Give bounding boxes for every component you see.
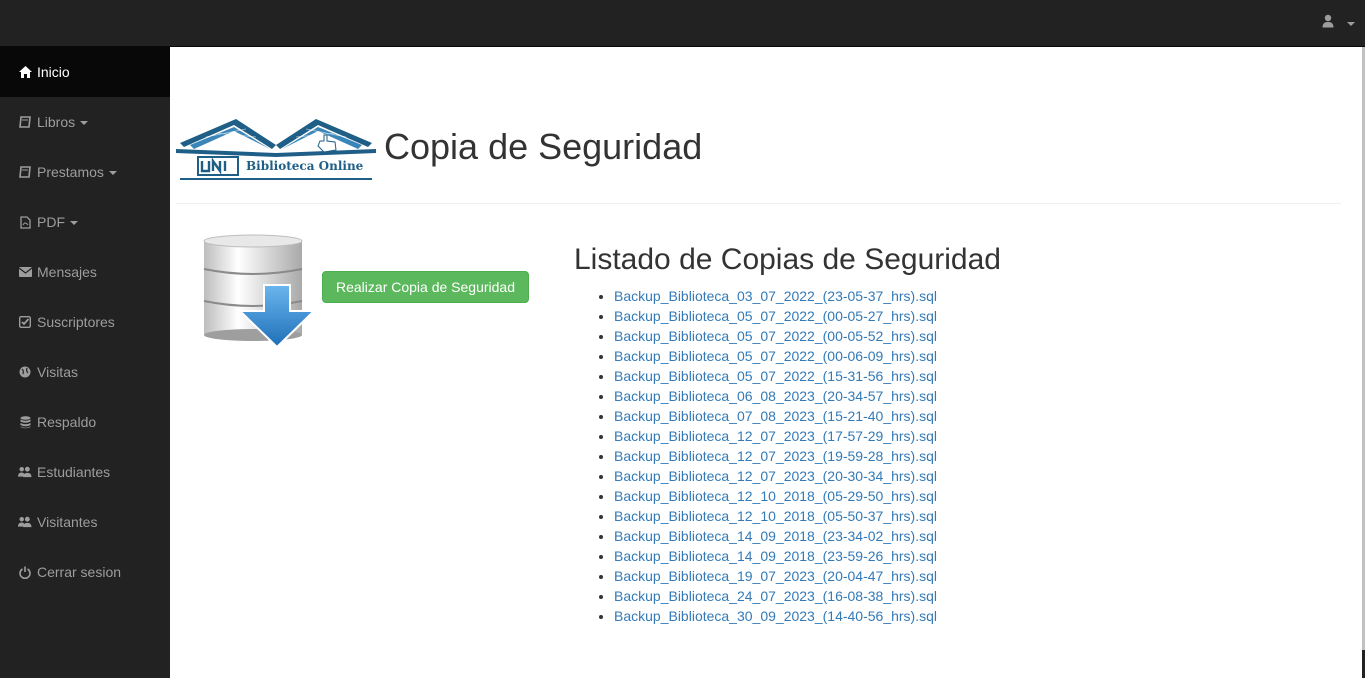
backup-file-link[interactable]: Backup_Biblioteca_05_07_2022_(00-05-27_h… — [614, 308, 937, 324]
check-square-icon — [18, 315, 32, 329]
sidebar-item-estudiantes[interactable]: Estudiantes — [0, 447, 170, 497]
logo-text: Biblioteca Online — [246, 159, 364, 173]
user-icon — [1322, 14, 1334, 33]
list-item: Backup_Biblioteca_12_10_2018_(05-29-50_h… — [614, 486, 937, 506]
sidebar-item-label: Libros — [37, 114, 76, 130]
book-icon — [18, 115, 32, 129]
logo: Biblioteca Online — [176, 115, 376, 185]
sidebar-item-label: Visitas — [37, 364, 78, 380]
backup-file-link[interactable]: Backup_Biblioteca_30_09_2023_(14-40-56_h… — [614, 608, 937, 624]
sidebar-item-label: Respaldo — [37, 414, 97, 430]
sidebar-item-suscriptores[interactable]: Suscriptores — [0, 297, 170, 347]
list-item: Backup_Biblioteca_06_08_2023_(20-34-57_h… — [614, 386, 937, 406]
list-item: Backup_Biblioteca_03_07_2022_(23-05-37_h… — [614, 286, 937, 306]
list-item: Backup_Biblioteca_07_08_2023_(15-21-40_h… — [614, 406, 937, 426]
sidebar-item-libros[interactable]: Libros — [0, 97, 170, 147]
list-item: Backup_Biblioteca_12_10_2018_(05-50-37_h… — [614, 506, 937, 526]
list-item: Backup_Biblioteca_05_07_2022_(15-31-56_h… — [614, 366, 937, 386]
file-pdf-icon — [18, 215, 32, 229]
database-download-icon — [202, 233, 317, 351]
sidebar-item-label: Cerrar sesion — [37, 564, 122, 580]
sidebar-item-label: Suscriptores — [37, 314, 115, 330]
list-item: Backup_Biblioteca_19_07_2023_(20-04-47_h… — [614, 566, 937, 586]
list-item: Backup_Biblioteca_12_07_2023_(20-30-34_h… — [614, 466, 937, 486]
power-icon — [18, 565, 32, 579]
backup-file-link[interactable]: Backup_Biblioteca_07_08_2023_(15-21-40_h… — [614, 408, 937, 424]
sidebar-item-pdf[interactable]: PDF — [0, 197, 170, 247]
page-header: Biblioteca Online Copia de Seguridad — [176, 115, 1341, 204]
user-menu[interactable] — [1322, 13, 1355, 33]
chevron-down-icon — [70, 221, 78, 225]
envelope-icon — [18, 265, 32, 279]
backup-file-link[interactable]: Backup_Biblioteca_19_07_2023_(20-04-47_h… — [614, 568, 937, 584]
globe-icon — [18, 365, 32, 379]
sidebar-item-visitas[interactable]: Visitas — [0, 347, 170, 397]
users-icon — [18, 515, 32, 529]
backup-file-link[interactable]: Backup_Biblioteca_05_07_2022_(15-31-56_h… — [614, 368, 937, 384]
backup-file-link[interactable]: Backup_Biblioteca_24_07_2023_(16-08-38_h… — [614, 588, 937, 604]
list-item: Backup_Biblioteca_05_07_2022_(00-06-09_h… — [614, 346, 937, 366]
backup-file-link[interactable]: Backup_Biblioteca_05_07_2022_(00-05-52_h… — [614, 328, 937, 344]
list-item: Backup_Biblioteca_24_07_2023_(16-08-38_h… — [614, 586, 937, 606]
chevron-down-icon — [1347, 22, 1355, 26]
book-icon — [18, 165, 32, 179]
sidebar-item-visitantes[interactable]: Visitantes — [0, 497, 170, 547]
list-item: Backup_Biblioteca_05_07_2022_(00-05-52_h… — [614, 326, 937, 346]
list-item: Backup_Biblioteca_12_07_2023_(17-57-29_h… — [614, 426, 937, 446]
backup-list: Backup_Biblioteca_03_07_2022_(23-05-37_h… — [574, 286, 937, 626]
sidebar-item-label: Visitantes — [37, 514, 98, 530]
sidebar-item-mensajes[interactable]: Mensajes — [0, 247, 170, 297]
sidebar-item-prestamos[interactable]: Prestamos — [0, 147, 170, 197]
sidebar: Inicio Libros Prestamos PDF Mensajes Suscript… — [0, 47, 170, 678]
sidebar-item-label: Mensajes — [37, 264, 97, 280]
create-backup-button[interactable]: Realizar Copia de Seguridad — [322, 271, 529, 303]
database-icon — [18, 415, 32, 429]
list-item: Backup_Biblioteca_14_09_2018_(23-59-26_h… — [614, 546, 937, 566]
list-item: Backup_Biblioteca_12_07_2023_(19-59-28_h… — [614, 446, 937, 466]
sidebar-item-respaldo[interactable]: Respaldo — [0, 397, 170, 447]
sidebar-item-label: Inicio — [37, 64, 70, 80]
backup-file-link[interactable]: Backup_Biblioteca_12_07_2023_(19-59-28_h… — [614, 448, 937, 464]
backup-list-title: Listado de Copias de Seguridad — [574, 243, 1001, 276]
backup-file-link[interactable]: Backup_Biblioteca_14_09_2018_(23-34-02_h… — [614, 528, 937, 544]
sidebar-item-label: PDF — [37, 214, 65, 230]
list-item: Backup_Biblioteca_05_07_2022_(00-05-27_h… — [614, 306, 937, 326]
backup-file-link[interactable]: Backup_Biblioteca_12_07_2023_(17-57-29_h… — [614, 428, 937, 444]
backup-file-link[interactable]: Backup_Biblioteca_06_08_2023_(20-34-57_h… — [614, 388, 937, 404]
list-item: Backup_Biblioteca_14_09_2018_(23-34-02_h… — [614, 526, 937, 546]
backup-file-link[interactable]: Backup_Biblioteca_03_07_2022_(23-05-37_h… — [614, 288, 937, 304]
backup-file-link[interactable]: Backup_Biblioteca_12_10_2018_(05-50-37_h… — [614, 508, 937, 524]
sidebar-item-inicio[interactable]: Inicio — [0, 47, 170, 97]
backup-file-link[interactable]: Backup_Biblioteca_12_07_2023_(20-30-34_h… — [614, 468, 937, 484]
users-icon — [18, 465, 32, 479]
sidebar-item-label: Prestamos — [37, 164, 104, 180]
sidebar-item-cerrar-sesion[interactable]: Cerrar sesion — [0, 547, 170, 597]
backup-file-link[interactable]: Backup_Biblioteca_12_10_2018_(05-29-50_h… — [614, 488, 937, 504]
list-item: Backup_Biblioteca_30_09_2023_(14-40-56_h… — [614, 606, 937, 626]
chevron-down-icon — [108, 171, 117, 175]
top-navbar — [0, 0, 1365, 47]
main-content: Biblioteca Online Copia de Seguridad Rea… — [170, 47, 1362, 678]
home-icon — [18, 65, 32, 79]
sidebar-item-label: Estudiantes — [37, 464, 111, 480]
backup-file-link[interactable]: Backup_Biblioteca_05_07_2022_(00-06-09_h… — [614, 348, 937, 364]
chevron-down-icon — [80, 121, 89, 125]
backup-file-link[interactable]: Backup_Biblioteca_14_09_2018_(23-59-26_h… — [614, 548, 937, 564]
page-title: Copia de Seguridad — [384, 126, 703, 167]
